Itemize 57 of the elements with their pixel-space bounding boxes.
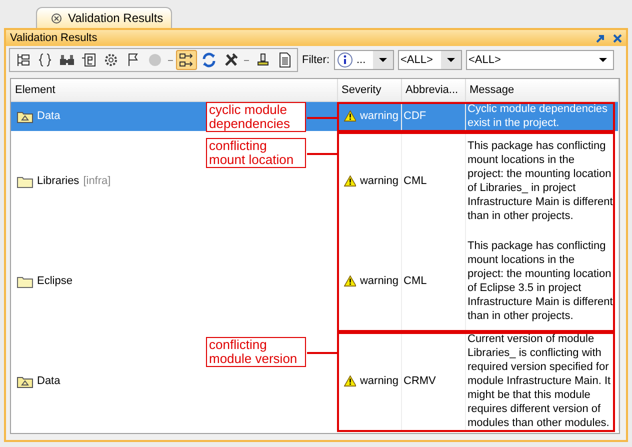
- warning-icon: [344, 174, 356, 188]
- element-name: Data: [37, 374, 60, 388]
- leader-line: [307, 117, 337, 119]
- type-filter-dropdown[interactable]: <ALL>: [398, 50, 462, 70]
- dropdown-arrow-icon: [378, 58, 386, 62]
- table-cell: CML: [401, 231, 465, 331]
- gear-icon: [102, 52, 118, 68]
- dropdown-arrow-icon: [598, 58, 606, 62]
- warning-icon: [344, 374, 356, 388]
- folder-icon: [17, 174, 33, 188]
- table-cell: This package has conflicting mount locations in the project: the mounting location of Eclipse 3.5 in project Infrastructure Main is different than in other projects.: [465, 231, 618, 331]
- column-header[interactable]: Abbrevia...: [401, 79, 465, 101]
- close-icon[interactable]: [51, 12, 62, 24]
- refresh-icon: [200, 52, 216, 68]
- table-cell: CRMV: [401, 331, 465, 431]
- diagram-icon: [80, 52, 96, 68]
- severity-text: warning: [360, 274, 398, 288]
- severity-filter-dropdown[interactable]: ...: [334, 50, 394, 70]
- warning-icon: [344, 274, 356, 288]
- severity-text: warning: [360, 109, 398, 124]
- element-tag: [infra]: [83, 174, 111, 188]
- tools-icon: [222, 52, 238, 68]
- table-cell: Current version of module Libraries_ is conflicting with required version specified for module Infrastructure Main. It might be that this module requires different version of modules than other modules.: [465, 331, 618, 431]
- restore-icon[interactable]: [596, 34, 605, 42]
- binoculars-icon: [58, 52, 74, 68]
- filter-label: Filter:: [302, 52, 330, 68]
- element-name: Libraries: [37, 174, 80, 188]
- scope-filter-dropdown[interactable]: <ALL>: [466, 50, 614, 70]
- panel-title: Validation Results: [10, 30, 98, 46]
- info-icon: [336, 52, 352, 68]
- leader-line: [307, 352, 337, 354]
- close-icon[interactable]: [613, 34, 622, 42]
- folder-icon: [17, 274, 33, 288]
- tree-icon: [14, 52, 30, 68]
- annotation-label: conflicting mount location: [206, 138, 306, 168]
- severity-text: warning: [360, 374, 398, 388]
- arrows-icon: [178, 52, 194, 68]
- stop-icon: [146, 52, 162, 68]
- column-header[interactable]: Message: [465, 79, 618, 101]
- package-icon: [17, 110, 33, 123]
- braces-icon: [36, 52, 52, 68]
- toolbar-button[interactable]: [176, 50, 197, 70]
- package-icon: [17, 374, 33, 388]
- element-name: Data: [37, 109, 60, 124]
- tab[interactable]: Validation Results: [36, 7, 172, 28]
- element-name: Eclipse: [37, 274, 72, 288]
- warning-icon: [344, 109, 356, 124]
- column-header[interactable]: Severity: [337, 79, 401, 101]
- column-header[interactable]: Element: [11, 79, 337, 101]
- annotation-label: cyclic module dependencies: [206, 102, 306, 132]
- table-cell: CML: [401, 131, 465, 231]
- annotation-label: conflicting module version: [206, 337, 306, 367]
- severity-text: warning: [360, 174, 398, 188]
- stamp-icon: [254, 52, 270, 68]
- dropdown-arrow-icon: [446, 58, 454, 62]
- leader-line: [307, 153, 337, 155]
- document-icon: [276, 52, 292, 68]
